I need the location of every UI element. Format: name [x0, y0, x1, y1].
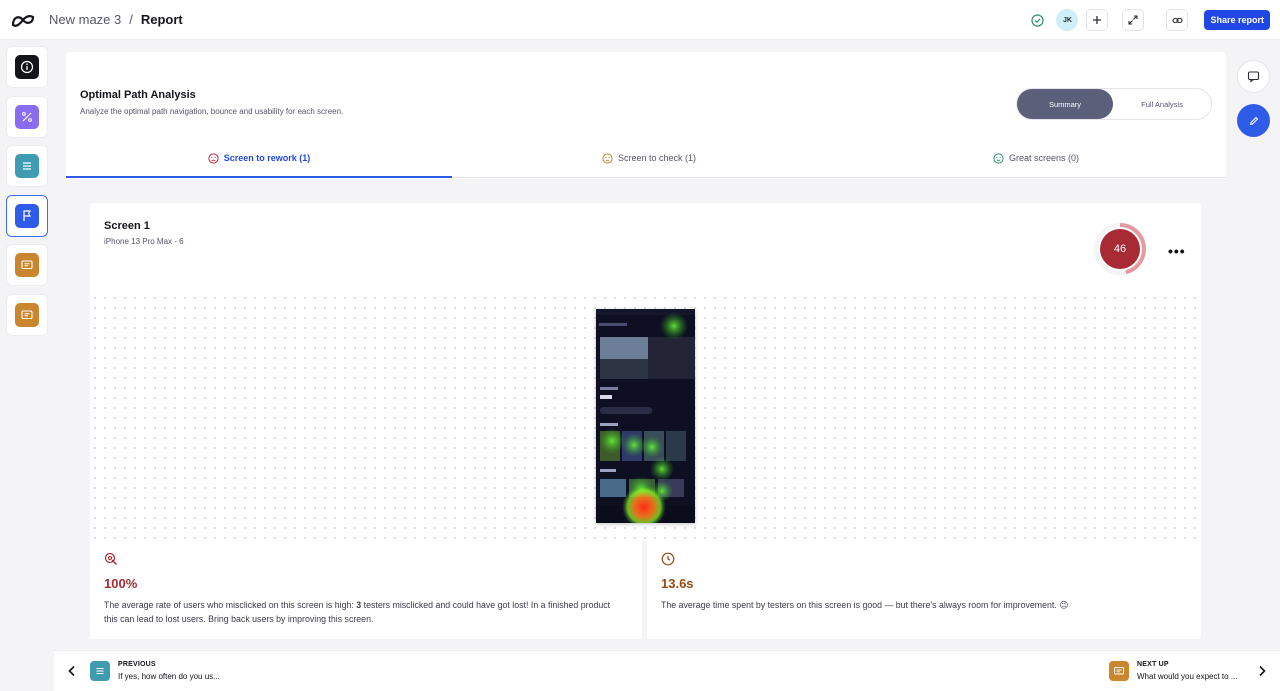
- tab-screen-to-rework[interactable]: Screen to rework (1): [66, 138, 452, 178]
- screen-device: iPhone 13 Pro Max - 6: [104, 237, 184, 246]
- add-collaborator-button[interactable]: [1086, 9, 1109, 31]
- list-icon: [90, 661, 110, 681]
- rail-item-open-question-1[interactable]: [6, 244, 48, 286]
- screen-tabs: Screen to rework (1) Screen to check (1)…: [66, 138, 1226, 178]
- metrics-row: 100% The average rate of users who miscl…: [90, 541, 1201, 639]
- misclick-rate-value: 100%: [104, 576, 138, 591]
- pencil-icon: [1249, 116, 1258, 125]
- link-icon: [1172, 17, 1183, 23]
- score-value: 46: [1100, 229, 1140, 269]
- breadcrumb-separator: /: [129, 12, 133, 27]
- tab-screen-to-check[interactable]: Screen to check (1): [452, 138, 846, 178]
- usability-score: 46: [1093, 222, 1147, 276]
- tab-label: Great screens (0): [1008, 153, 1080, 163]
- block-pagination-bar: PREVIOUS If yes, how often do you us... …: [54, 650, 1280, 691]
- top-actions: JK Share report: [1026, 9, 1270, 31]
- page-subtitle: Analyze the optimal path navigation, bou…: [80, 107, 344, 116]
- next-up-label: NEXT UP: [1137, 661, 1169, 668]
- top-bar: New maze 3 / Report JK Share report: [0, 0, 1280, 40]
- screen-heatmap-image: [596, 309, 695, 523]
- screen-card: Screen 1 iPhone 13 Pro Max - 6 46 ••• 10…: [90, 203, 1201, 639]
- avatar[interactable]: JK: [1056, 9, 1079, 31]
- toggle-full-analysis[interactable]: Full Analysis: [1114, 89, 1210, 119]
- tab-label: Screen to check (1): [617, 153, 697, 163]
- average-time-value: 13.6s: [661, 576, 694, 591]
- view-toggle: Summary Full Analysis: [1016, 88, 1212, 120]
- rail-item-multiple-choice[interactable]: [6, 145, 48, 187]
- clock-icon: [661, 552, 675, 566]
- chevron-right-icon[interactable]: [1255, 664, 1269, 678]
- comment-icon: [15, 253, 39, 277]
- rail-item-info[interactable]: [6, 46, 48, 88]
- optimal-path-card: Optimal Path Analysis Analyze the optima…: [66, 52, 1226, 639]
- list-icon: [15, 154, 39, 178]
- smile-icon: [993, 152, 1004, 164]
- comments-button[interactable]: [1237, 60, 1270, 93]
- saved-status-icon: [1026, 9, 1048, 31]
- misclick-description: The average rate of users who misclicked…: [104, 598, 624, 626]
- active-tab-indicator: [66, 176, 452, 178]
- average-time-metric: 13.6s The average time spent by testers …: [647, 541, 1201, 639]
- maze-logo-icon[interactable]: [10, 9, 36, 31]
- tab-label: Screen to rework (1): [223, 153, 311, 163]
- tab-great-screens[interactable]: Great screens (0): [846, 138, 1226, 178]
- breadcrumb-project[interactable]: New maze 3: [49, 12, 121, 27]
- flag-icon: [15, 203, 39, 228]
- expand-icon: [1128, 15, 1139, 25]
- copy-link-button[interactable]: [1166, 9, 1189, 31]
- plus-icon: [1093, 16, 1102, 24]
- screen-title: Screen 1: [104, 220, 150, 232]
- more-options-button[interactable]: •••: [1168, 243, 1186, 259]
- frown-icon: [208, 152, 219, 164]
- neutral-face-icon: [602, 152, 613, 164]
- previous-label: PREVIOUS: [118, 661, 156, 668]
- breadcrumb: New maze 3 / Report: [49, 12, 183, 27]
- previous-block-link[interactable]: If yes, how often do you us...: [118, 672, 220, 681]
- target-click-icon: [104, 552, 117, 565]
- comment-icon: [1247, 71, 1260, 83]
- comment-icon: [15, 302, 39, 327]
- comment-icon: [1109, 661, 1129, 681]
- rail-item-opinion-scale[interactable]: [6, 95, 48, 138]
- misclick-rate-metric: 100% The average rate of users who miscl…: [90, 541, 642, 639]
- toggle-summary[interactable]: Summary: [1017, 89, 1113, 119]
- edit-report-button[interactable]: [1237, 104, 1270, 137]
- percent-icon: [15, 104, 39, 129]
- next-block-link[interactable]: What would you expect to ...: [1137, 672, 1238, 681]
- rail-item-mission[interactable]: [6, 194, 48, 237]
- info-icon: [15, 55, 39, 79]
- average-time-description: The average time spent by testers on thi…: [661, 600, 1069, 610]
- misclick-text-start: The average rate of users who misclicked…: [104, 600, 357, 610]
- page-title: Optimal Path Analysis: [80, 89, 196, 101]
- rail-item-open-question-2[interactable]: [6, 293, 48, 336]
- chevron-left-icon[interactable]: [65, 664, 79, 678]
- screen-heatmap-preview[interactable]: [596, 309, 695, 523]
- block-navigation-rail: [6, 46, 48, 343]
- breadcrumb-page: Report: [140, 12, 183, 27]
- share-report-button[interactable]: Share report: [1204, 10, 1270, 30]
- fullscreen-button[interactable]: [1122, 9, 1145, 31]
